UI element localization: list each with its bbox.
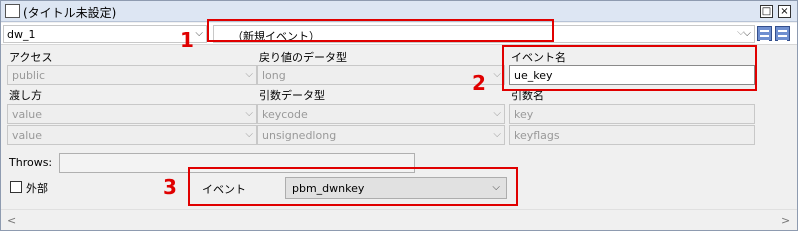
access-value: public xyxy=(12,69,46,82)
arg-type-value: unsignedlong xyxy=(262,129,337,142)
callout-number-2: 2 xyxy=(472,71,486,95)
arg-type-value: keycode xyxy=(262,108,308,121)
return-type-select[interactable]: long ⌵ xyxy=(257,65,505,85)
object-select[interactable]: dw_1 ⌵ xyxy=(3,25,207,43)
arg-type-label: 引数データ型 xyxy=(259,89,325,102)
arg-name-value: keyflags xyxy=(514,129,560,142)
arg-pass-by-value: value xyxy=(12,108,43,121)
arg-type-select[interactable]: unsignedlong ⌵ xyxy=(257,125,505,145)
callout-box-1 xyxy=(207,19,554,42)
view-detail-icon[interactable] xyxy=(775,26,790,42)
chevron-down-icon: ⌵ xyxy=(245,108,253,119)
access-select[interactable]: public ⌵ xyxy=(7,65,257,85)
close-button[interactable]: × xyxy=(778,5,791,18)
callout-number-1: 1 xyxy=(180,28,194,52)
chevron-down-icon: ⌵ xyxy=(493,129,501,140)
external-label: 外部 xyxy=(26,182,48,195)
pass-by-label: 渡し方 xyxy=(9,89,42,102)
scroll-left-icon[interactable]: < xyxy=(7,214,16,227)
maximize-button[interactable]: □ xyxy=(760,5,773,18)
arg-type-select[interactable]: keycode ⌵ xyxy=(257,104,505,124)
return-type-value: long xyxy=(262,69,286,82)
return-type-label: 戻り値のデータ型 xyxy=(259,51,347,64)
chevron-down-icon: ⌵ xyxy=(493,108,501,119)
chevron-down-icon: ⌵ xyxy=(245,69,253,80)
window-title: (タイトル未設定) xyxy=(23,6,117,20)
external-checkbox[interactable] xyxy=(10,181,22,193)
arg-name-input[interactable]: key xyxy=(509,104,755,124)
chevron-down-icon: ⌵ xyxy=(493,69,501,80)
arg-pass-by-select[interactable]: value ⌵ xyxy=(7,104,257,124)
callout-box-3 xyxy=(188,167,518,206)
chevron-down-icon: ⌵ xyxy=(195,28,203,39)
callout-box-2 xyxy=(502,45,757,91)
throws-label: Throws: xyxy=(9,156,53,169)
window-icon xyxy=(5,4,20,18)
chevron-down-icon: ⌵ xyxy=(245,129,253,140)
arg-pass-by-select[interactable]: value ⌵ xyxy=(7,125,257,145)
arg-name-value: key xyxy=(514,108,534,121)
scroll-right-icon[interactable]: > xyxy=(781,214,790,227)
arg-name-input[interactable]: keyflags xyxy=(509,125,755,145)
callout-number-3: 3 xyxy=(163,175,177,199)
arg-pass-by-value: value xyxy=(12,129,43,142)
horizontal-scrollbar[interactable]: < > xyxy=(1,209,797,230)
view-list-icon[interactable] xyxy=(757,26,772,42)
chevron-down-icon[interactable]: ⌵ xyxy=(737,27,745,38)
object-select-value: dw_1 xyxy=(7,28,36,41)
access-label: アクセス xyxy=(9,51,53,64)
